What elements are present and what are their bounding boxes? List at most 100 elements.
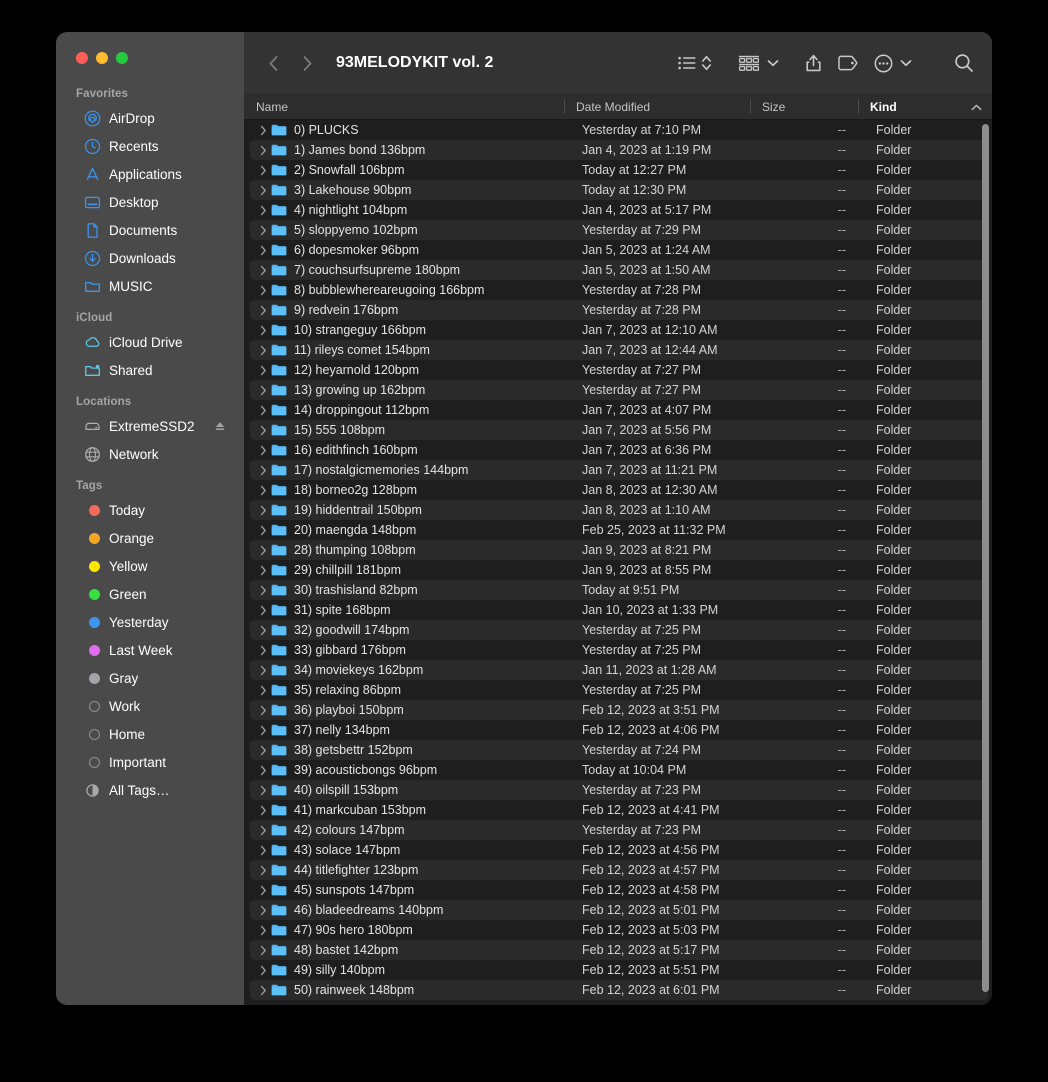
- disclosure-chevron-icon[interactable]: [256, 845, 270, 856]
- sort-chevrons-icon[interactable]: [701, 50, 712, 76]
- disclosure-chevron-icon[interactable]: [256, 765, 270, 776]
- disclosure-chevron-icon[interactable]: [256, 145, 270, 156]
- table-row[interactable]: 42) colours 147bpmYesterday at 7:23 PM--…: [250, 820, 988, 840]
- column-header-kind[interactable]: Kind: [858, 94, 992, 119]
- disclosure-chevron-icon[interactable]: [256, 705, 270, 716]
- disclosure-chevron-icon[interactable]: [256, 485, 270, 496]
- table-row[interactable]: 43) solace 147bpmFeb 12, 2023 at 4:56 PM…: [250, 840, 988, 860]
- file-name-cell[interactable]: 16) edithfinch 160bpm: [250, 442, 570, 458]
- sidebar-item-orange[interactable]: Orange: [64, 524, 236, 552]
- table-row[interactable]: 28) thumping 108bpmJan 9, 2023 at 8:21 P…: [250, 540, 988, 560]
- sidebar-item-icloud-drive[interactable]: iCloud Drive: [64, 328, 236, 356]
- table-row[interactable]: 35) relaxing 86bpmYesterday at 7:25 PM--…: [250, 680, 988, 700]
- disclosure-chevron-icon[interactable]: [256, 245, 270, 256]
- more-options-chevron-icon[interactable]: [900, 50, 912, 76]
- file-name-cell[interactable]: 34) moviekeys 162bpm: [250, 662, 570, 678]
- sidebar-item-documents[interactable]: Documents: [64, 216, 236, 244]
- file-name-cell[interactable]: 44) titlefighter 123bpm: [250, 862, 570, 878]
- disclosure-chevron-icon[interactable]: [256, 445, 270, 456]
- file-name-cell[interactable]: 15) 555 108bpm: [250, 422, 570, 438]
- share-icon[interactable]: [805, 50, 822, 76]
- sidebar-item-all-tags[interactable]: All Tags…: [64, 776, 236, 804]
- disclosure-chevron-icon[interactable]: [256, 265, 270, 276]
- file-name-cell[interactable]: 18) borneo2g 128bpm: [250, 482, 570, 498]
- table-row[interactable]: 16) edithfinch 160bpmJan 7, 2023 at 6:36…: [250, 440, 988, 460]
- file-name-cell[interactable]: 49) silly 140bpm: [250, 962, 570, 978]
- file-name-cell[interactable]: 32) goodwill 174bpm: [250, 622, 570, 638]
- disclosure-chevron-icon[interactable]: [256, 665, 270, 676]
- disclosure-chevron-icon[interactable]: [256, 465, 270, 476]
- table-row[interactable]: 4) nightlight 104bpmJan 4, 2023 at 5:17 …: [250, 200, 988, 220]
- table-row[interactable]: 15) 555 108bpmJan 7, 2023 at 5:56 PM--Fo…: [250, 420, 988, 440]
- table-row[interactable]: 14) droppingout 112bpmJan 7, 2023 at 4:0…: [250, 400, 988, 420]
- sidebar-item-desktop[interactable]: Desktop: [64, 188, 236, 216]
- forward-button[interactable]: [294, 50, 320, 76]
- table-row[interactable]: 11) rileys comet 154bpmJan 7, 2023 at 12…: [250, 340, 988, 360]
- sidebar-item-music[interactable]: MUSIC: [64, 272, 236, 300]
- table-row[interactable]: 0) PLUCKSYesterday at 7:10 PM--Folder: [250, 120, 988, 140]
- table-row[interactable]: 47) 90s hero 180bpmFeb 12, 2023 at 5:03 …: [250, 920, 988, 940]
- disclosure-chevron-icon[interactable]: [256, 305, 270, 316]
- file-name-cell[interactable]: 19) hiddentrail 150bpm: [250, 502, 570, 518]
- sidebar-item-green[interactable]: Green: [64, 580, 236, 608]
- disclosure-chevron-icon[interactable]: [256, 605, 270, 616]
- disclosure-chevron-icon[interactable]: [256, 585, 270, 596]
- sidebar-item-home[interactable]: Home: [64, 720, 236, 748]
- column-header-name[interactable]: Name: [244, 94, 564, 119]
- sidebar-item-applications[interactable]: Applications: [64, 160, 236, 188]
- sidebar-item-gray[interactable]: Gray: [64, 664, 236, 692]
- disclosure-chevron-icon[interactable]: [256, 385, 270, 396]
- table-row[interactable]: 9) redvein 176bpmYesterday at 7:28 PM--F…: [250, 300, 988, 320]
- disclosure-chevron-icon[interactable]: [256, 425, 270, 436]
- table-row[interactable]: 39) acousticbongs 96bpmToday at 10:04 PM…: [250, 760, 988, 780]
- sidebar-item-last-week[interactable]: Last Week: [64, 636, 236, 664]
- file-name-cell[interactable]: 29) chillpill 181bpm: [250, 562, 570, 578]
- file-name-cell[interactable]: 17) nostalgicmemories 144bpm: [250, 462, 570, 478]
- disclosure-chevron-icon[interactable]: [256, 185, 270, 196]
- back-button[interactable]: [260, 50, 286, 76]
- table-row[interactable]: 20) maengda 148bpmFeb 25, 2023 at 11:32 …: [250, 520, 988, 540]
- table-row[interactable]: 1) James bond 136bpmJan 4, 2023 at 1:19 …: [250, 140, 988, 160]
- file-name-cell[interactable]: 11) rileys comet 154bpm: [250, 342, 570, 358]
- disclosure-chevron-icon[interactable]: [256, 805, 270, 816]
- table-row[interactable]: 34) moviekeys 162bpmJan 11, 2023 at 1:28…: [250, 660, 988, 680]
- file-name-cell[interactable]: 42) colours 147bpm: [250, 822, 570, 838]
- table-row[interactable]: 32) goodwill 174bpmYesterday at 7:25 PM-…: [250, 620, 988, 640]
- file-name-cell[interactable]: 30) trashisland 82bpm: [250, 582, 570, 598]
- disclosure-chevron-icon[interactable]: [256, 725, 270, 736]
- file-name-cell[interactable]: 35) relaxing 86bpm: [250, 682, 570, 698]
- file-name-cell[interactable]: 33) gibbard 176bpm: [250, 642, 570, 658]
- table-row[interactable]: 10) strangeguy 166bpmJan 7, 2023 at 12:1…: [250, 320, 988, 340]
- file-name-cell[interactable]: 13) growing up 162bpm: [250, 382, 570, 398]
- file-name-cell[interactable]: 10) strangeguy 166bpm: [250, 322, 570, 338]
- table-row[interactable]: 33) gibbard 176bpmYesterday at 7:25 PM--…: [250, 640, 988, 660]
- file-name-cell[interactable]: 0) PLUCKS: [250, 122, 570, 138]
- file-name-cell[interactable]: 8) bubblewhereareugoing 166bpm: [250, 282, 570, 298]
- table-row[interactable]: 31) spite 168bpmJan 10, 2023 at 1:33 PM-…: [250, 600, 988, 620]
- file-name-cell[interactable]: 47) 90s hero 180bpm: [250, 922, 570, 938]
- disclosure-chevron-icon[interactable]: [256, 865, 270, 876]
- table-row[interactable]: 48) bastet 142bpmFeb 12, 2023 at 5:17 PM…: [250, 940, 988, 960]
- table-row[interactable]: 19) hiddentrail 150bpmJan 8, 2023 at 1:1…: [250, 500, 988, 520]
- disclosure-chevron-icon[interactable]: [256, 165, 270, 176]
- table-row[interactable]: 40) oilspill 153bpmYesterday at 7:23 PM-…: [250, 780, 988, 800]
- disclosure-chevron-icon[interactable]: [256, 685, 270, 696]
- disclosure-chevron-icon[interactable]: [256, 345, 270, 356]
- table-row[interactable]: 41) markcuban 153bpmFeb 12, 2023 at 4:41…: [250, 800, 988, 820]
- sidebar-item-yesterday[interactable]: Yesterday: [64, 608, 236, 636]
- disclosure-chevron-icon[interactable]: [256, 885, 270, 896]
- table-row[interactable]: 2) Snowfall 106bpmToday at 12:27 PM--Fol…: [250, 160, 988, 180]
- table-row[interactable]: 8) bubblewhereareugoing 166bpmYesterday …: [250, 280, 988, 300]
- table-row[interactable]: 18) borneo2g 128bpmJan 8, 2023 at 12:30 …: [250, 480, 988, 500]
- disclosure-chevron-icon[interactable]: [256, 365, 270, 376]
- file-name-cell[interactable]: 39) acousticbongs 96bpm: [250, 762, 570, 778]
- table-row[interactable]: 30) trashisland 82bpmToday at 9:51 PM--F…: [250, 580, 988, 600]
- disclosure-chevron-icon[interactable]: [256, 525, 270, 536]
- file-name-cell[interactable]: 50) rainweek 148bpm: [250, 982, 570, 998]
- eject-icon[interactable]: [214, 420, 226, 432]
- maximize-button[interactable]: [116, 52, 128, 64]
- sidebar-item-shared[interactable]: Shared: [64, 356, 236, 384]
- table-row[interactable]: 29) chillpill 181bpmJan 9, 2023 at 8:55 …: [250, 560, 988, 580]
- column-header-date-modified[interactable]: Date Modified: [564, 94, 750, 119]
- sidebar-item-downloads[interactable]: Downloads: [64, 244, 236, 272]
